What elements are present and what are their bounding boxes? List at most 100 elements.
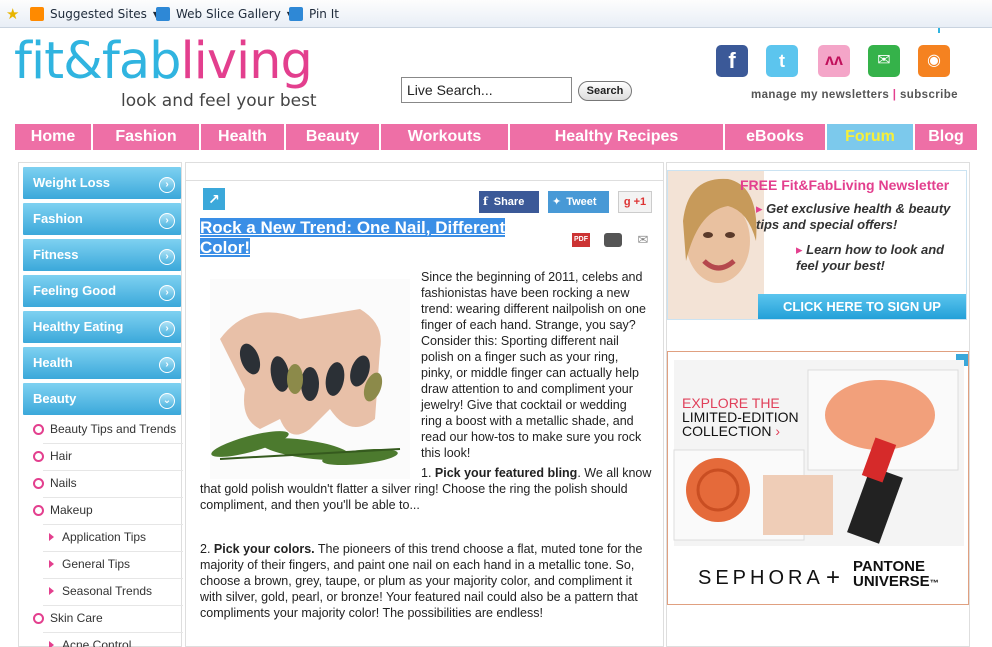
nav-beauty[interactable]: Beauty bbox=[286, 124, 379, 150]
favorites-item-pin-it[interactable]: Pin It bbox=[289, 5, 339, 23]
search-input[interactable] bbox=[401, 77, 572, 103]
right-column: FREE Fit&FabLiving Newsletter ▸ Get excl… bbox=[666, 162, 970, 647]
manage-newsletters-link[interactable]: manage my newsletters bbox=[751, 89, 889, 101]
sidebar-subitem-acne-control[interactable]: Acne Control bbox=[62, 638, 131, 647]
sidebar-subitem-beauty-tips[interactable]: Beauty Tips and Trends bbox=[50, 422, 176, 436]
google-plus-icon: g bbox=[623, 196, 631, 208]
newsletter-line-2: ▸ Learn how to look and feel your best! bbox=[796, 242, 945, 273]
sidebar-subitem-skin-care[interactable]: Skin Care bbox=[50, 611, 103, 625]
sidebar-item-fitness[interactable]: Fitness › bbox=[23, 239, 181, 271]
rss-icon[interactable]: ◉ bbox=[918, 45, 950, 77]
chevron-right-icon: › bbox=[159, 357, 175, 373]
makeup-palette-image bbox=[673, 360, 964, 546]
sidebar-item-beauty[interactable]: Beauty ⌄ bbox=[23, 383, 181, 415]
sidebar-subitem-application-tips[interactable]: Application Tips bbox=[62, 530, 146, 544]
sidebar-item-fashion[interactable]: Fashion › bbox=[23, 203, 181, 235]
suggested-sites-icon bbox=[30, 7, 44, 21]
sidebar-item-health[interactable]: Health › bbox=[23, 347, 181, 379]
sidebar-item-label: Feeling Good bbox=[33, 283, 117, 298]
twitter-bird-icon: ✦ bbox=[552, 196, 562, 208]
triangle-right-icon bbox=[49, 533, 54, 541]
article-point-1: 1. Pick your featured bling. We all know… bbox=[200, 466, 652, 512]
favorites-item-label: Suggested Sites bbox=[50, 7, 147, 21]
favorites-star-icon[interactable]: ★ bbox=[6, 5, 19, 23]
newsletter-ad[interactable]: FREE Fit&FabLiving Newsletter ▸ Get excl… bbox=[667, 170, 967, 320]
facebook-icon[interactable]: f bbox=[716, 45, 748, 77]
nav-home[interactable]: Home bbox=[15, 124, 91, 150]
ad-plus: + bbox=[826, 564, 841, 591]
pantone-logo: PANTONE UNIVERSE™ bbox=[853, 558, 939, 590]
gplus-label: +1 bbox=[633, 196, 647, 208]
left-sidebar: Weight Loss › Fashion › Fitness › Feeling G… bbox=[18, 162, 183, 647]
divider bbox=[43, 551, 183, 552]
sephora-ad[interactable]: EXPLORE THE LIMITED-EDITION COLLECTION ›… bbox=[667, 351, 969, 605]
article-title[interactable]: Rock a New Trend: One Nail, Different Co… bbox=[200, 218, 516, 258]
newsletter-signup-button[interactable]: CLICK HERE TO SIGN UP bbox=[758, 294, 966, 319]
tweet-label: Tweet bbox=[566, 196, 597, 208]
email-icon[interactable]: ✉ bbox=[634, 233, 652, 247]
expand-icon[interactable]: ↗ bbox=[203, 188, 225, 210]
site-logo[interactable]: fit&fabliving look and feel your best bbox=[14, 32, 344, 114]
sidebar-subitem-seasonal-trends[interactable]: Seasonal Trends bbox=[62, 584, 152, 598]
divider bbox=[43, 524, 183, 525]
pdf-icon[interactable]: PDF bbox=[572, 233, 590, 247]
favorites-item-label: Pin It bbox=[309, 7, 339, 21]
bullet-icon bbox=[33, 424, 44, 435]
divider bbox=[43, 632, 183, 633]
nav-healthy-recipes[interactable]: Healthy Recipes bbox=[510, 124, 723, 150]
sidebar-item-label: Weight Loss bbox=[33, 175, 111, 190]
nav-blog[interactable]: Blog bbox=[915, 124, 977, 150]
myspace-icon[interactable]: ʌʌ bbox=[818, 45, 850, 77]
sidebar-subitem-makeup[interactable]: Makeup bbox=[50, 503, 93, 517]
share-label: Share bbox=[493, 196, 525, 208]
main-nav: Home Fashion Health Beauty Workouts Heal… bbox=[15, 124, 977, 150]
favorites-item-suggested-sites[interactable]: Suggested Sites ▼ bbox=[30, 5, 159, 23]
favorites-item-web-slice-gallery[interactable]: Web Slice Gallery ▼ bbox=[156, 5, 293, 23]
divider bbox=[43, 578, 183, 579]
nav-workouts[interactable]: Workouts bbox=[381, 124, 508, 150]
email-icon[interactable]: ✉ bbox=[868, 45, 900, 77]
print-icon[interactable] bbox=[604, 233, 622, 247]
chevron-right-icon: › bbox=[159, 321, 175, 337]
arrow-icon: ▸ bbox=[796, 242, 807, 257]
sidebar-item-label: Fashion bbox=[33, 211, 83, 226]
twitter-icon[interactable]: t bbox=[766, 45, 798, 77]
chevron-right-icon: › bbox=[159, 285, 175, 301]
sidebar-subitem-hair[interactable]: Hair bbox=[50, 449, 72, 463]
chevron-right-icon: › bbox=[159, 213, 175, 229]
sidebar-item-label: Health bbox=[33, 355, 73, 370]
article-intro: Since the beginning of 2011, celebs and … bbox=[421, 270, 646, 460]
arrow-icon: › bbox=[775, 423, 781, 439]
sidebar-subitem-nails[interactable]: Nails bbox=[50, 476, 77, 490]
article-column: ↗ f Share ✦ Tweet g +1 Rock a New Trend: O… bbox=[185, 162, 664, 647]
sidebar-item-healthy-eating[interactable]: Healthy Eating › bbox=[23, 311, 181, 343]
search-button[interactable]: Search bbox=[578, 81, 632, 101]
web-slice-icon bbox=[156, 7, 170, 21]
column-header-strip bbox=[186, 163, 663, 181]
triangle-right-icon bbox=[49, 560, 54, 568]
sidebar-item-weight-loss[interactable]: Weight Loss › bbox=[23, 167, 181, 199]
article-point-2: 2. Pick your colors. The pioneers of thi… bbox=[200, 542, 643, 620]
nav-forum[interactable]: Forum bbox=[827, 124, 913, 150]
article-image bbox=[210, 279, 410, 479]
bullet-icon bbox=[33, 451, 44, 462]
nav-health[interactable]: Health bbox=[201, 124, 284, 150]
decorative-tick bbox=[938, 28, 940, 33]
bullet-icon bbox=[33, 505, 44, 516]
chevron-down-icon: ⌄ bbox=[159, 393, 175, 409]
arrow-icon: ▸ bbox=[756, 201, 767, 216]
newsletter-title: FREE Fit&FabLiving Newsletter bbox=[740, 177, 950, 193]
sidebar-subitem-general-tips[interactable]: General Tips bbox=[62, 557, 130, 571]
triangle-right-icon bbox=[49, 641, 54, 647]
nav-fashion[interactable]: Fashion bbox=[93, 124, 199, 150]
divider bbox=[43, 497, 183, 498]
nav-ebooks[interactable]: eBooks bbox=[725, 124, 825, 150]
sidebar-item-feeling-good[interactable]: Feeling Good › bbox=[23, 275, 181, 307]
facebook-share-button[interactable]: f Share bbox=[479, 191, 539, 213]
tweet-button[interactable]: ✦ Tweet bbox=[548, 191, 609, 213]
bullet-icon bbox=[33, 613, 44, 624]
subscribe-link[interactable]: subscribe bbox=[900, 89, 958, 101]
pin-it-icon bbox=[289, 7, 303, 21]
sidebar-item-label: Healthy Eating bbox=[33, 319, 124, 334]
google-plus-button[interactable]: g +1 bbox=[618, 191, 652, 213]
